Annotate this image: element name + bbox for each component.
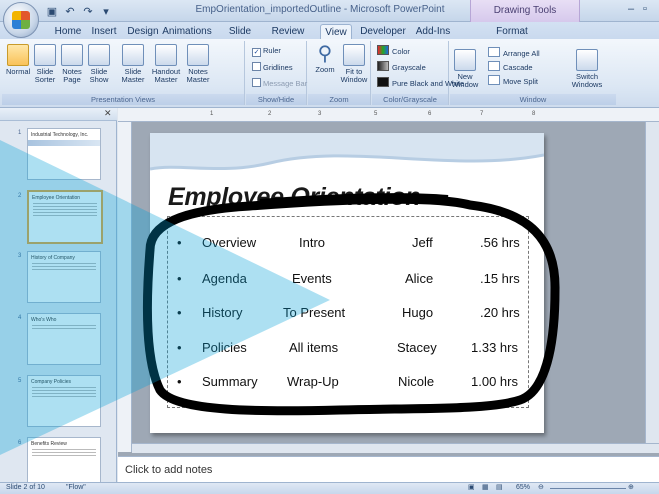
annotation-circle — [142, 193, 560, 416]
